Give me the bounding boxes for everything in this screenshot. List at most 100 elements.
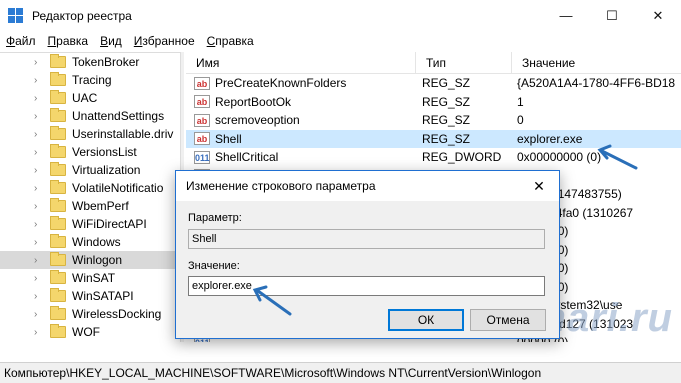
folder-icon xyxy=(50,90,66,104)
value-label: Значение: xyxy=(188,260,240,272)
folder-icon xyxy=(50,162,66,176)
tree-item[interactable]: › WirelessDocking xyxy=(0,305,180,323)
expand-chevron-icon[interactable]: › xyxy=(34,273,44,284)
value-type: REG_SZ xyxy=(422,113,471,128)
tree-item-label: Tracing xyxy=(72,73,112,87)
edit-string-dialog: Изменение строкового параметра ✕ Парамет… xyxy=(175,170,560,339)
table-row[interactable]: ab Shell REG_SZ explorer.exe xyxy=(186,129,681,148)
value-data: 0 xyxy=(517,113,524,128)
tree-item[interactable]: › UAC xyxy=(0,89,180,107)
maximize-button[interactable]: ☐ xyxy=(589,0,635,31)
minimize-button[interactable]: — xyxy=(543,0,589,31)
expand-chevron-icon[interactable]: › xyxy=(34,309,44,320)
tree-item[interactable]: › Winlogon xyxy=(0,251,180,269)
tree-item[interactable]: › WOF xyxy=(0,323,180,341)
tree-item[interactable]: › Virtualization xyxy=(0,161,180,179)
value-data: 1 xyxy=(517,94,524,109)
expand-chevron-icon[interactable]: › xyxy=(34,111,44,122)
expand-chevron-icon[interactable]: › xyxy=(34,183,44,194)
regedit-app-icon xyxy=(8,7,24,24)
tree-item[interactable]: › WbemPerf xyxy=(0,197,180,215)
tree-item[interactable]: › Tracing xyxy=(0,71,180,89)
column-name-header[interactable]: Имя xyxy=(186,52,416,74)
expand-chevron-icon[interactable]: › xyxy=(34,291,44,302)
tree-item-label: Windows xyxy=(72,235,121,249)
expand-chevron-icon[interactable]: › xyxy=(34,219,44,230)
menu-favorites[interactable]: Избранное xyxy=(128,34,201,48)
tree-item-label: WOF xyxy=(72,325,100,339)
tree-item-label: TokenBroker xyxy=(72,55,140,69)
tree-item[interactable]: › UnattendSettings xyxy=(0,107,180,125)
close-button[interactable]: ✕ xyxy=(635,0,681,31)
expand-chevron-icon[interactable]: › xyxy=(34,57,44,68)
table-row[interactable]: 011 ShellCritical REG_DWORD 0x00000000 (0) xyxy=(186,148,681,167)
value-name: scremoveoption xyxy=(215,113,300,128)
menu-edit[interactable]: Правка xyxy=(42,34,95,48)
dialog-title: Изменение строкового параметра xyxy=(186,179,376,193)
list-header: Имя Тип Значение xyxy=(186,52,681,74)
tree-item[interactable]: › VolatileNotificatio xyxy=(0,179,180,197)
menu-file[interactable]: Файл xyxy=(0,34,42,48)
folder-icon xyxy=(50,288,66,302)
tree-item-label: WbemPerf xyxy=(72,199,129,213)
value-type: REG_DWORD xyxy=(422,150,502,165)
registry-tree[interactable]: › TokenBroker › Tracing › UAC › UnattendSetting… xyxy=(0,52,180,342)
folder-icon xyxy=(50,324,66,338)
tree-item-label: WinSAT xyxy=(72,271,116,285)
tree-item[interactable]: › Userinstallable.driv xyxy=(0,125,180,143)
expand-chevron-icon[interactable]: › xyxy=(34,165,44,176)
tree-item[interactable]: › VersionsList xyxy=(0,143,180,161)
dialog-close-button[interactable]: ✕ xyxy=(519,171,559,201)
tree-item-label: VersionsList xyxy=(72,145,137,159)
value-name: ReportBootOk xyxy=(215,94,292,109)
tree-item-label: VolatileNotificatio xyxy=(72,181,164,195)
param-label: Параметр: xyxy=(188,212,242,224)
table-row[interactable]: ab ReportBootOk REG_SZ 1 xyxy=(186,93,681,112)
folder-icon xyxy=(50,216,66,230)
tree-item[interactable]: › WinSATAPI xyxy=(0,287,180,305)
folder-icon xyxy=(50,180,66,194)
cancel-button[interactable]: Отмена xyxy=(470,309,546,331)
string-value-icon: ab xyxy=(194,95,210,109)
ok-button[interactable]: ОК xyxy=(388,309,464,331)
tree-item-label: UAC xyxy=(72,91,98,105)
status-bar: Компьютер\HKEY_LOCAL_MACHINE\SOFTWARE\Mi… xyxy=(0,362,681,383)
value-type: REG_SZ xyxy=(422,94,471,109)
table-row[interactable]: ab scremoveoption REG_SZ 0 xyxy=(186,111,681,130)
column-type-header[interactable]: Тип xyxy=(416,52,512,74)
tree-item[interactable]: › WinSAT xyxy=(0,269,180,287)
expand-chevron-icon[interactable]: › xyxy=(34,147,44,158)
folder-icon xyxy=(50,306,66,320)
expand-chevron-icon[interactable]: › xyxy=(34,201,44,212)
tree-item[interactable]: › TokenBroker xyxy=(0,53,180,71)
expand-chevron-icon[interactable]: › xyxy=(34,75,44,86)
string-value-icon: ab xyxy=(194,76,210,90)
expand-chevron-icon[interactable]: › xyxy=(34,255,44,266)
dialog-body: Параметр: Shell Значение: explorer.exe О… xyxy=(176,201,559,338)
tree-item-label: WirelessDocking xyxy=(72,307,162,321)
value-data-field[interactable]: explorer.exe xyxy=(188,276,545,296)
menu-help[interactable]: Справка xyxy=(201,34,260,48)
expand-chevron-icon[interactable]: › xyxy=(34,237,44,248)
column-value-header[interactable]: Значение xyxy=(512,52,681,74)
value-name: Shell xyxy=(215,131,242,146)
folder-icon xyxy=(50,72,66,86)
value-data: 0x00000000 (0) xyxy=(517,150,602,165)
table-row[interactable]: ab PreCreateKnownFolders REG_SZ {A520A1A4-1… xyxy=(186,74,681,93)
folder-icon xyxy=(50,234,66,248)
expand-chevron-icon[interactable]: › xyxy=(34,327,44,338)
string-value-icon: ab xyxy=(194,132,210,146)
value-type: REG_SZ xyxy=(422,131,471,146)
tree-item-label: Winlogon xyxy=(72,253,123,267)
folder-icon xyxy=(50,54,66,68)
string-value-icon: ab xyxy=(194,113,210,127)
menu-bar: Файл Правка Вид Избранное Справка xyxy=(0,31,681,51)
expand-chevron-icon[interactable]: › xyxy=(34,129,44,140)
tree-item[interactable]: › Windows xyxy=(0,233,180,251)
window-title: Редактор реестра xyxy=(32,8,132,23)
expand-chevron-icon[interactable]: › xyxy=(34,93,44,104)
tree-item-label: UnattendSettings xyxy=(72,109,165,123)
binary-value-icon: 011 xyxy=(194,150,210,164)
menu-view[interactable]: Вид xyxy=(94,34,128,48)
tree-item[interactable]: › WiFiDirectAPI xyxy=(0,215,180,233)
